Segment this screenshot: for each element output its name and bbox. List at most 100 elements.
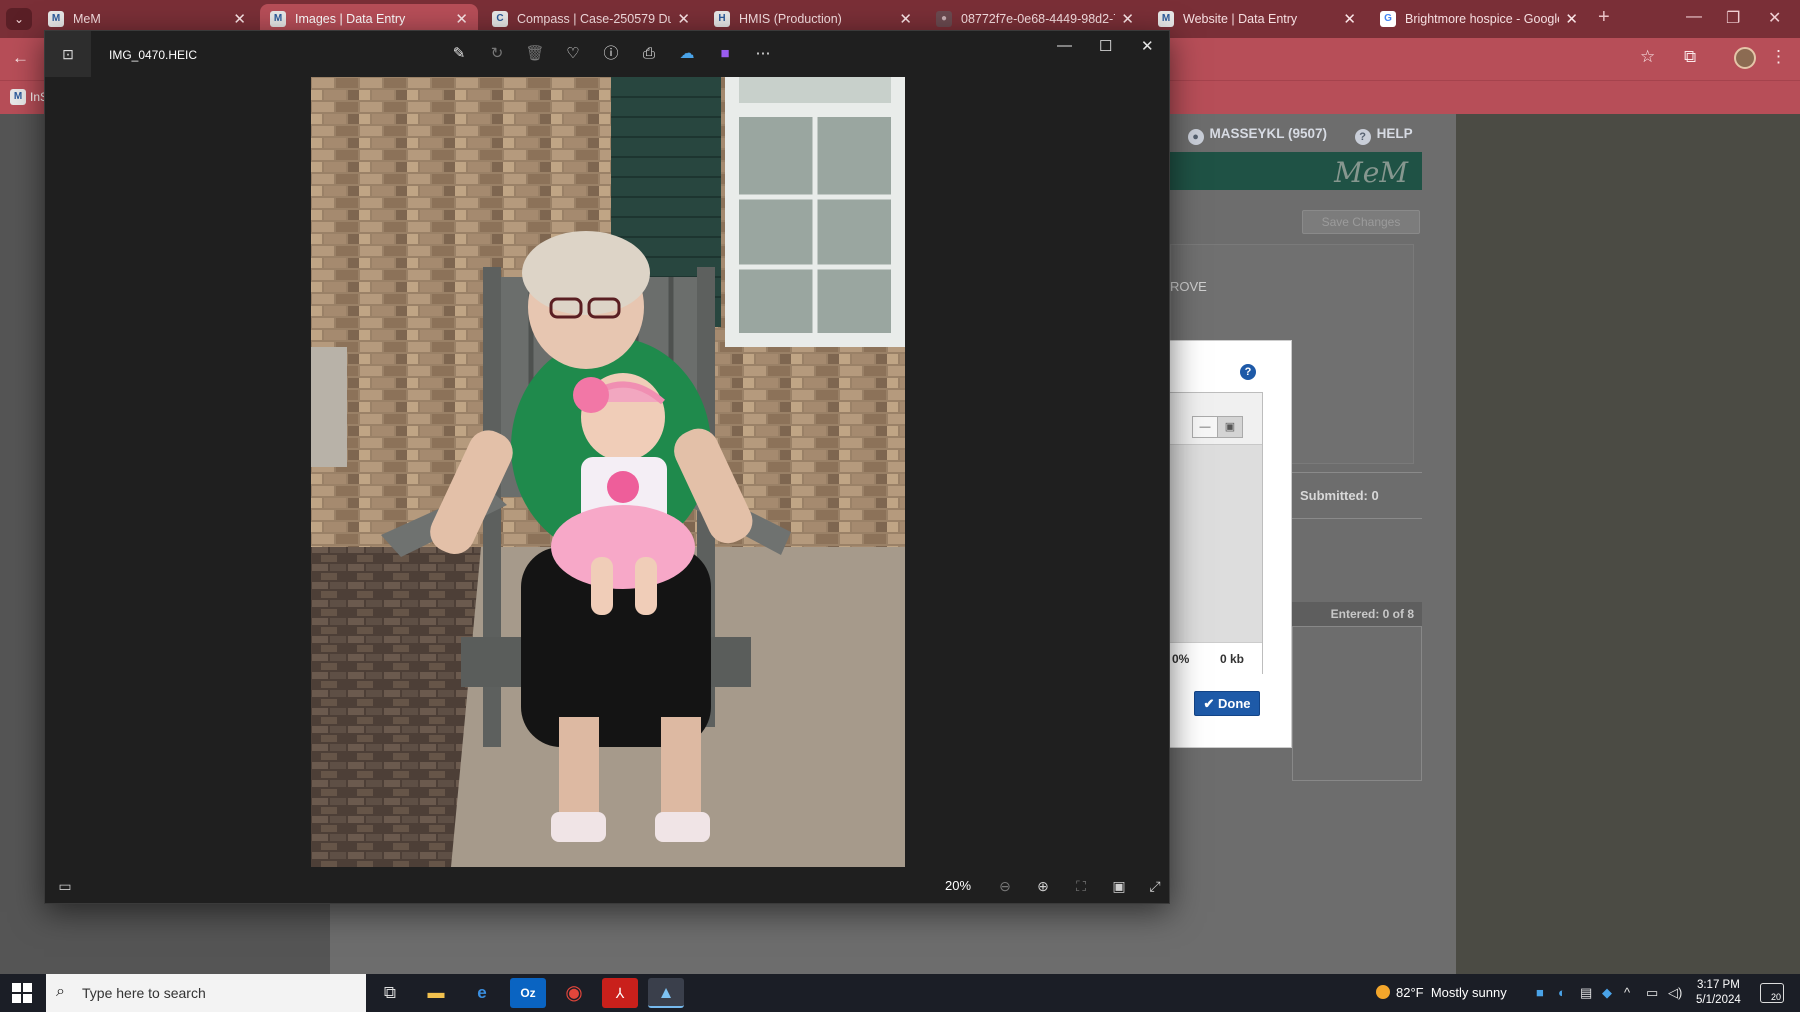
rotate-icon[interactable]: ↻ — [485, 43, 509, 65]
network-icon[interactable]: ▭ — [1646, 985, 1658, 1001]
photos-viewer-window: ⊡ IMG_0470.HEIC ✎ ↻ 🗑 ♡ ⓘ ⎙ ☁ ■ ⋯ — ☐ ✕ — [44, 30, 1170, 904]
bookmark-item[interactable]: M InS — [10, 89, 48, 105]
file-explorer-icon[interactable]: ▬ — [418, 978, 454, 1008]
user-bar: N ●MASSEYKL (9507) ?HELP — [1160, 126, 1413, 145]
close-window-icon[interactable]: ✕ — [1768, 8, 1781, 28]
hmis-favicon-icon: H — [714, 11, 730, 27]
sun-icon — [1376, 985, 1390, 999]
tab-title: HMIS (Production) — [739, 12, 842, 26]
tab-title: Brightmore hospice - Google S — [1405, 12, 1560, 26]
clipchamp-icon[interactable]: ■ — [713, 43, 737, 65]
list-view-icon[interactable]: — — [1192, 416, 1218, 438]
taskbar: ⌕ Type here to search ⧉ ▬ e Oz ◉ ⅄ ▲ 82°… — [0, 974, 1800, 1012]
edge-tray-icon[interactable]: ◐ — [1558, 985, 1566, 1000]
tab-title: 08772f7e-0e68-4449-98d2-7b1 — [961, 12, 1115, 26]
filmstrip-icon[interactable]: ▭ — [55, 876, 75, 896]
close-icon[interactable]: ✕ — [1121, 10, 1134, 28]
entered-list — [1292, 626, 1422, 781]
close-icon[interactable]: ✕ — [455, 10, 468, 28]
fit-to-window-icon[interactable]: ⛶ — [1071, 876, 1091, 896]
entered-count: Entered: 0 of 8 — [1292, 602, 1422, 626]
close-icon[interactable]: ✕ — [1141, 37, 1154, 55]
volume-icon[interactable]: ◁) — [1668, 985, 1682, 1001]
photo-image[interactable] — [311, 77, 905, 867]
close-icon[interactable]: ✕ — [899, 10, 912, 28]
thumbnail-view-icon[interactable]: ▣ — [1217, 416, 1243, 438]
new-tab-icon[interactable]: + — [1598, 6, 1610, 29]
photo-illustration — [311, 77, 905, 867]
extensions-icon[interactable]: ⧉ — [1684, 47, 1696, 67]
outlook-tray-icon[interactable]: ■ — [1536, 985, 1544, 1000]
photo-filename: IMG_0470.HEIC — [109, 48, 198, 62]
tab-search-button[interactable]: ⌄ — [6, 8, 32, 30]
clock[interactable]: 3:17 PM 5/1/2024 — [1696, 978, 1741, 1008]
back-icon[interactable]: ← — [12, 48, 29, 68]
minimize-icon[interactable]: — — [1686, 8, 1702, 26]
edge-icon[interactable]: e — [464, 978, 500, 1008]
more-options-icon[interactable]: ⋯ — [751, 43, 775, 65]
check-icon: ✔ — [1203, 696, 1215, 711]
windows-start-icon[interactable] — [12, 983, 32, 1003]
search-icon: ⌕ — [56, 983, 65, 1000]
tab-title: Website | Data Entry — [1183, 12, 1298, 26]
zoom-out-icon[interactable]: ⊖ — [995, 876, 1015, 896]
help-link[interactable]: HELP — [1377, 126, 1413, 141]
tab-title: MeM — [73, 12, 101, 26]
photos-icon[interactable]: ▲ — [648, 978, 684, 1008]
user-label[interactable]: MASSEYKL (9507) — [1210, 126, 1328, 141]
close-icon[interactable]: ✕ — [1565, 10, 1578, 28]
zoom-level[interactable]: 20% — [945, 878, 971, 893]
zoom-in-icon[interactable]: ⊕ — [1033, 876, 1053, 896]
mem-favicon-icon: M — [48, 11, 64, 27]
close-icon[interactable]: ✕ — [677, 10, 690, 28]
delete-icon[interactable]: 🗑 — [523, 43, 547, 65]
chevron-up-icon[interactable]: ^ — [1624, 985, 1630, 1000]
notification-icon[interactable]: 20 — [1760, 983, 1784, 1003]
taskbar-search-input[interactable]: ⌕ Type here to search — [46, 974, 366, 1012]
tab-google-search[interactable]: G Brightmore hospice - Google S ✕ — [1370, 4, 1588, 34]
favorite-heart-icon[interactable]: ♡ — [561, 43, 585, 65]
edit-image-icon[interactable]: ✎ — [447, 43, 471, 65]
tab-website-data-entry[interactable]: M Website | Data Entry ✕ — [1148, 4, 1366, 34]
fullscreen-icon[interactable]: ⤢ — [1145, 876, 1165, 896]
chrome-icon[interactable]: ◉ — [556, 978, 592, 1008]
photos-app-icon[interactable]: ⊡ — [45, 31, 91, 77]
brand-header: MeM — [1170, 152, 1422, 190]
mem-favicon-icon: M — [1158, 11, 1174, 27]
weather-desc: Mostly sunny — [1430, 985, 1507, 1000]
restore-icon[interactable]: ❐ — [1726, 8, 1740, 28]
profile-avatar[interactable] — [1734, 47, 1756, 69]
minimize-icon[interactable]: — — [1057, 37, 1072, 54]
search-placeholder: Type here to search — [82, 985, 206, 1001]
help-icon: ? — [1354, 129, 1371, 145]
close-icon[interactable]: ✕ — [233, 10, 246, 28]
bookmark-star-icon[interactable]: ☆ — [1640, 47, 1655, 67]
user-icon: ● — [1187, 129, 1204, 145]
upload-progress: 0% — [1172, 652, 1190, 666]
task-view-icon[interactable]: ⧉ — [372, 978, 408, 1008]
background-right-area — [1456, 114, 1800, 974]
close-icon[interactable]: ✕ — [1343, 10, 1356, 28]
display-tray-icon[interactable]: ▤ — [1580, 985, 1592, 1001]
acrobat-icon[interactable]: ⅄ — [602, 978, 638, 1008]
onedrive-icon[interactable]: ☁ — [675, 43, 699, 65]
compass-favicon-icon: C — [492, 11, 508, 27]
info-icon[interactable]: ⓘ — [599, 43, 623, 65]
outlook-icon[interactable]: Oz — [510, 978, 546, 1008]
done-button[interactable]: ✔ Done — [1194, 691, 1260, 716]
upload-size: 0 kb — [1220, 652, 1245, 666]
globe-favicon-icon: ● — [936, 11, 952, 27]
mem-favicon-icon: M — [270, 11, 286, 27]
weather-widget[interactable]: 82°F Mostly sunny — [1376, 985, 1507, 1000]
menu-icon[interactable]: ⋮ — [1770, 47, 1787, 67]
weather-temp: 82°F — [1396, 985, 1424, 1000]
print-icon[interactable]: ⎙ — [637, 43, 661, 65]
tab-title: Images | Data Entry — [295, 12, 406, 26]
security-tray-icon[interactable]: ◆ — [1602, 985, 1612, 1001]
dialog-help-icon[interactable]: ? — [1240, 364, 1256, 380]
save-changes-button[interactable]: Save Changes — [1302, 210, 1420, 234]
mem-favicon-icon: M — [10, 89, 26, 105]
actual-size-icon[interactable]: ▣ — [1109, 876, 1129, 896]
maximize-icon[interactable]: ☐ — [1099, 37, 1112, 55]
clock-time: 3:17 PM — [1696, 979, 1740, 991]
